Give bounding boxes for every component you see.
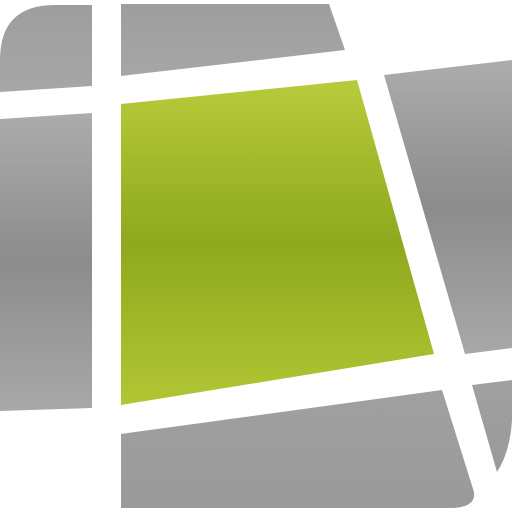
map-tile-bottom-middle [121, 390, 475, 508]
map-tile-top-left [0, 5, 92, 92]
map-tile-bottom-right [472, 380, 512, 472]
map-tile-top-middle [121, 4, 345, 76]
map-tile-highlighted [121, 80, 434, 405]
map-tile-left [0, 113, 92, 411]
map-grid-app-icon [0, 4, 512, 508]
